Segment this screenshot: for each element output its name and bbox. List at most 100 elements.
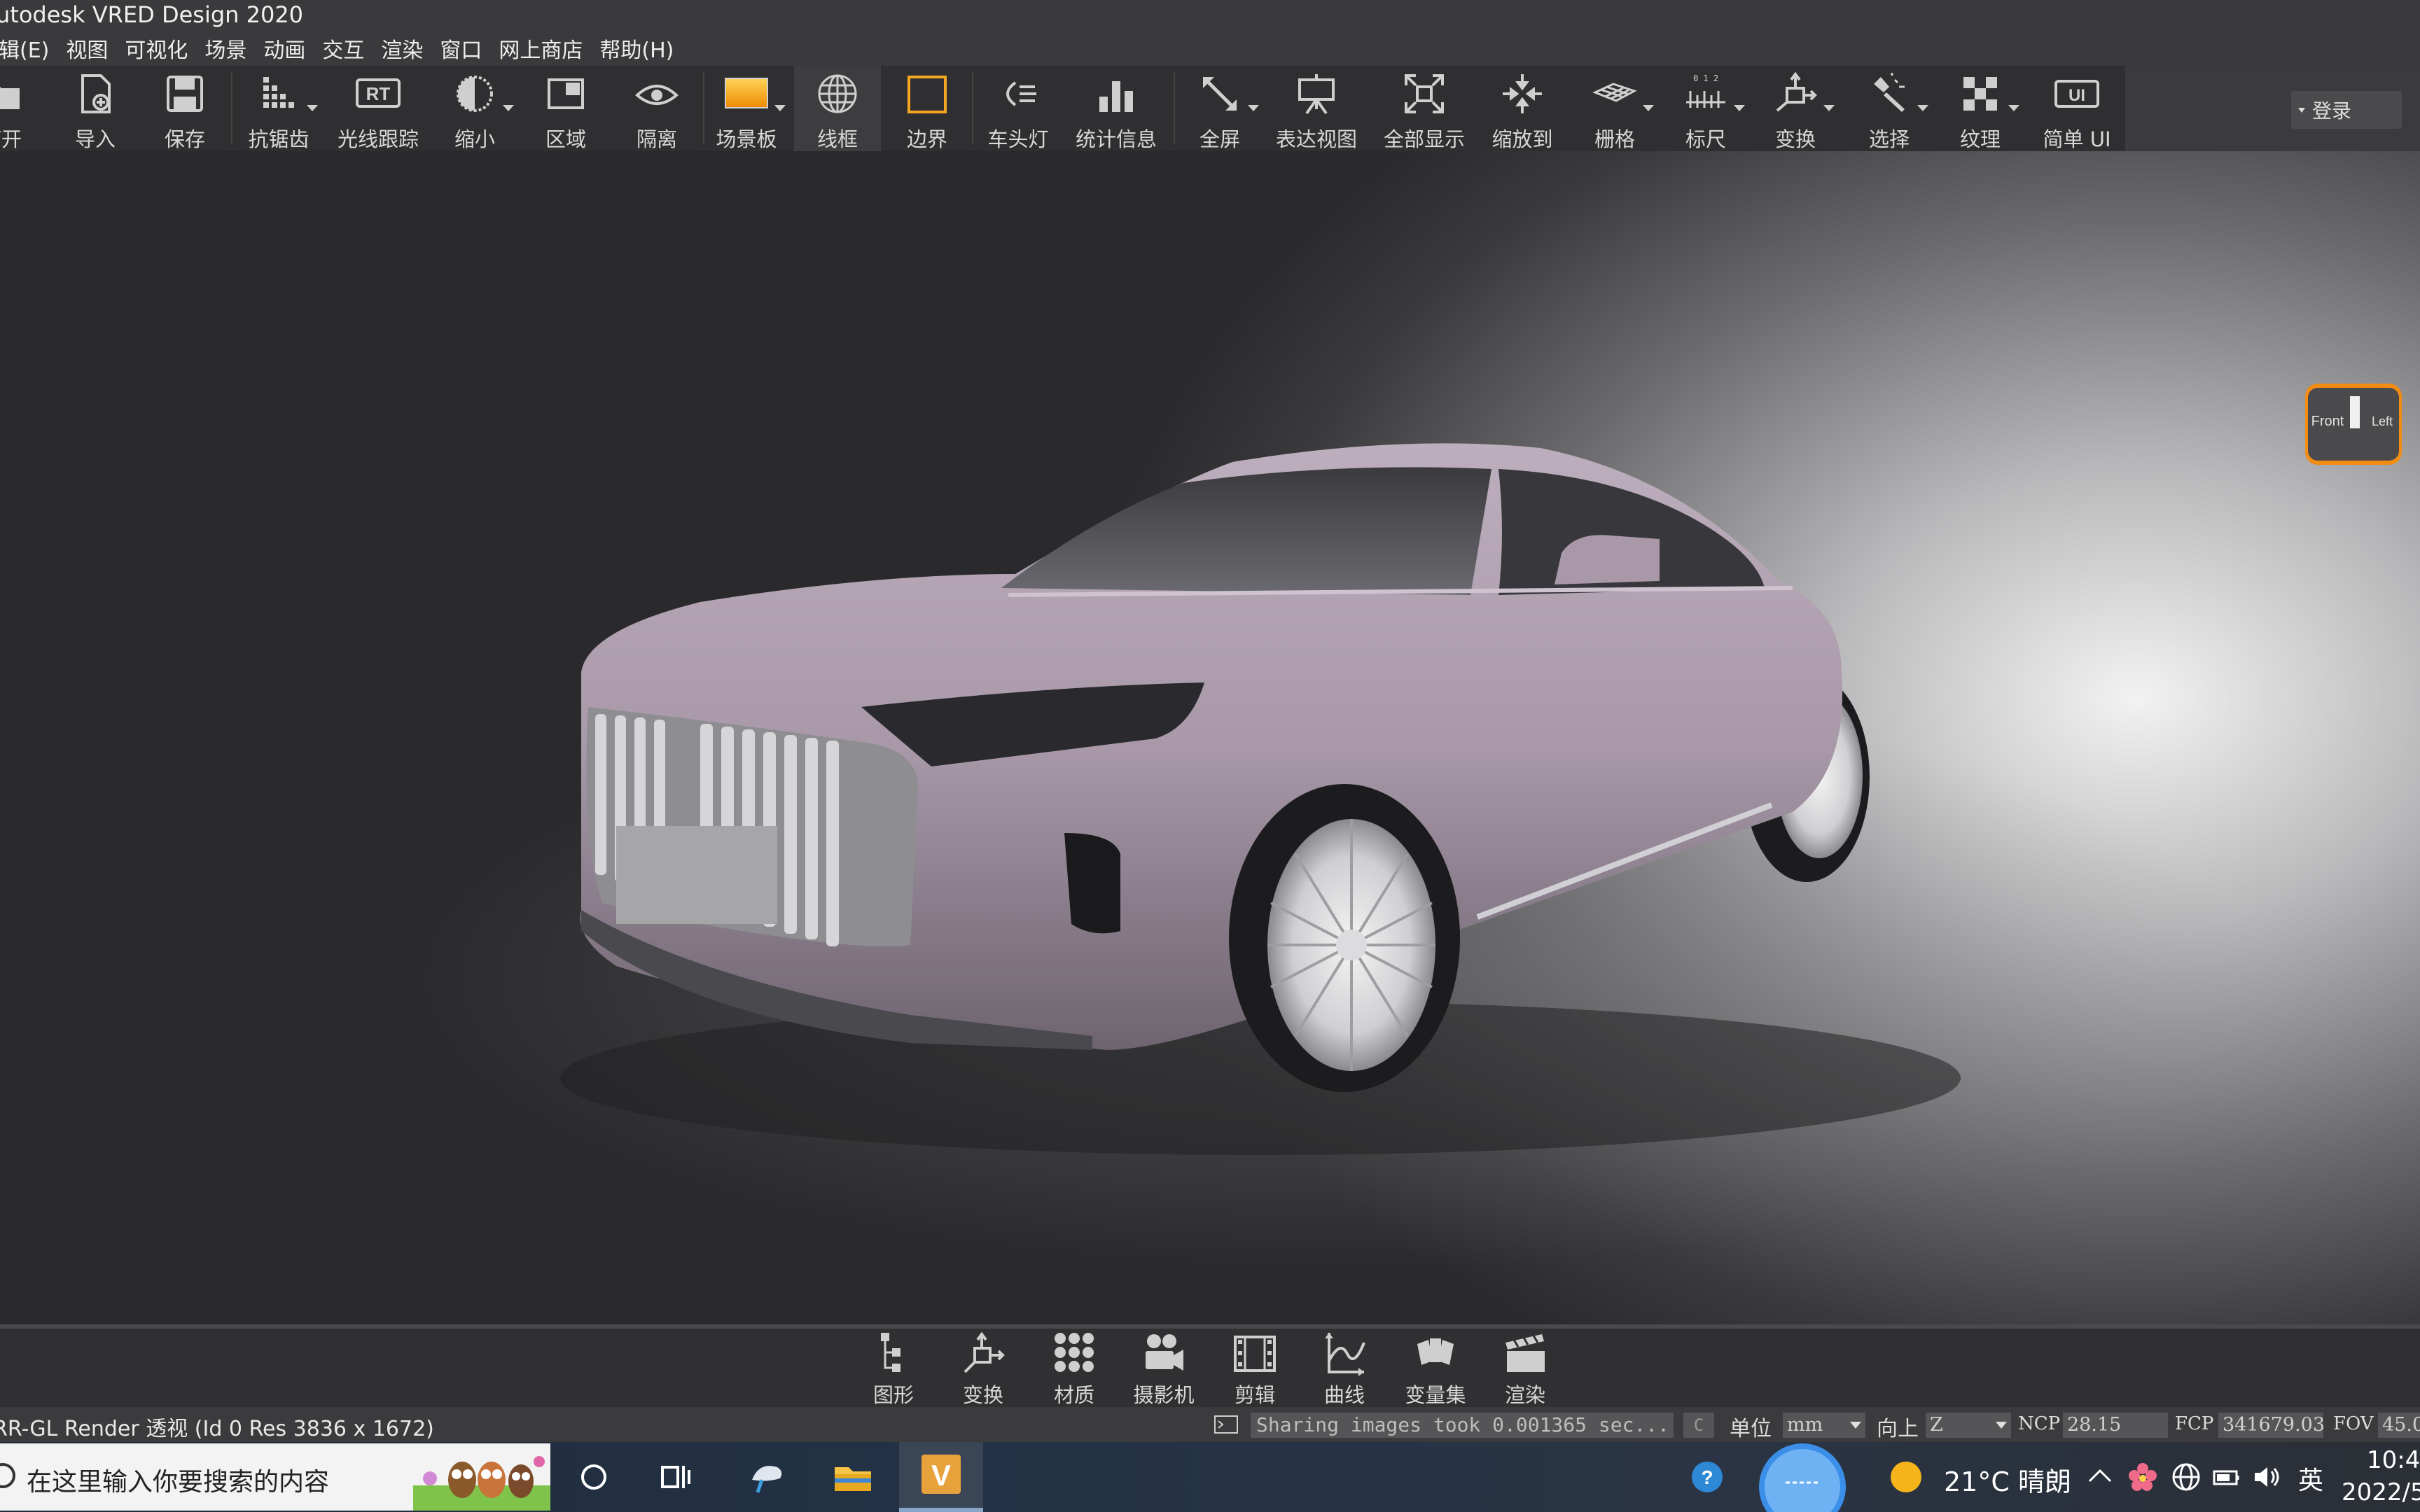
- chevron-down-icon[interactable]: [2008, 105, 2019, 111]
- transform-icon: [1776, 71, 1817, 112]
- clear-log-button[interactable]: C: [1683, 1413, 1714, 1438]
- chevron-down-icon[interactable]: [1734, 105, 1745, 111]
- login-label: 登录: [2312, 99, 2352, 122]
- dock-curve[interactable]: 曲线: [1300, 1329, 1389, 1407]
- svg-text:?: ?: [1701, 1466, 1713, 1488]
- dock-camera-label: 摄影机: [1133, 1383, 1195, 1407]
- flower-tray-icon[interactable]: [2126, 1460, 2160, 1494]
- input-language-indicator[interactable]: 英: [2298, 1460, 2323, 1497]
- unit-select[interactable]: mm: [1783, 1413, 1865, 1438]
- view-navigation-cube[interactable]: Front Left: [2301, 375, 2406, 473]
- dock-clip-label: 剪辑: [1234, 1383, 1275, 1407]
- select-wand-icon: [1874, 73, 1905, 112]
- unit-label: 单位: [1730, 1417, 1772, 1441]
- material-balls-icon: [1055, 1333, 1094, 1372]
- taskbar-search-box[interactable]: 在这里输入你要搜索的内容: [0, 1443, 550, 1511]
- file-explorer-icon[interactable]: [830, 1455, 875, 1499]
- login-button[interactable]: 登录: [2291, 91, 2402, 129]
- clapperboard-icon: [1505, 1334, 1545, 1372]
- fcp-input[interactable]: 341679.03: [2218, 1413, 2323, 1438]
- presentation-view-button[interactable]: 表达视图: [1273, 66, 1360, 151]
- statistics-button[interactable]: 统计信息: [1073, 66, 1160, 151]
- clock-widget-icon[interactable]: [1758, 1442, 1847, 1512]
- menu-view[interactable]: 视图: [57, 33, 116, 64]
- render-info: RR-GL Render 透视 (Id 0 Res 3836 x 1672): [0, 1417, 434, 1441]
- menu-bar: 辑(E) 视图 可视化 场景 动画 交互 渲染 窗口 网上商店 帮助(H): [0, 31, 2420, 66]
- dock-render-label: 渲染: [1504, 1383, 1545, 1407]
- sun-weather-icon: [1891, 1462, 1921, 1492]
- up-axis-select[interactable]: Z: [1926, 1413, 2011, 1438]
- log-message-field[interactable]: Sharing images took 0.001365 sec...: [1251, 1413, 1674, 1438]
- simple-ui-button[interactable]: UI 简单 UI: [2033, 66, 2120, 151]
- battery-icon[interactable]: [2210, 1460, 2244, 1494]
- dock-transform[interactable]: 变换: [938, 1329, 1028, 1407]
- taskbar-vred-app[interactable]: V: [899, 1442, 983, 1512]
- presentation-board-icon: [1298, 74, 1335, 115]
- chevron-down-icon: [1996, 1422, 2007, 1429]
- title-bar: utodesk VRED Design 2020: [0, 0, 2420, 31]
- antialias-grid-icon: [263, 77, 294, 108]
- wireframe-globe-icon: [818, 74, 857, 113]
- vred-app-icon: V: [922, 1455, 961, 1494]
- chevron-up-icon[interactable]: [2084, 1460, 2116, 1492]
- menu-online-store[interactable]: 网上商店: [490, 33, 591, 64]
- menu-visualization[interactable]: 可视化: [116, 33, 196, 64]
- globe-network-icon[interactable]: [2169, 1460, 2203, 1494]
- dock-clip[interactable]: 剪辑: [1210, 1329, 1300, 1407]
- menu-animation[interactable]: 动画: [255, 33, 314, 64]
- module-dock: 图形 变换 材质 摄影机 剪辑 曲线 变量集 渲染: [0, 1329, 2420, 1407]
- dock-material-label: 材质: [1053, 1383, 1094, 1407]
- weather-text[interactable]: 21°C 晴朗: [1944, 1460, 2071, 1499]
- up-axis-label: 向上: [1877, 1417, 1919, 1441]
- zoom-to-icon: [1503, 74, 1542, 113]
- scene-plate-icon: [725, 78, 768, 108]
- dock-render[interactable]: 渲染: [1480, 1329, 1570, 1407]
- fov-label: FOV: [2333, 1413, 2374, 1434]
- terminal-icon[interactable]: [1214, 1415, 1238, 1434]
- menu-help[interactable]: 帮助(H): [591, 33, 682, 64]
- navcube-left-label[interactable]: Left: [2372, 414, 2393, 428]
- unit-value: mm: [1787, 1414, 1823, 1436]
- owls-doodle-icon: [413, 1456, 550, 1511]
- dock-camera[interactable]: 摄影机: [1119, 1329, 1209, 1407]
- chevron-down-icon[interactable]: [1643, 105, 1654, 111]
- folder-icon: [0, 87, 20, 109]
- menu-interaction[interactable]: 交互: [314, 33, 373, 64]
- up-axis-value: Z: [1930, 1414, 1943, 1436]
- search-icon: [0, 1463, 15, 1488]
- chevron-down-icon[interactable]: [1917, 105, 1928, 111]
- navcube-front-label[interactable]: Front: [2311, 414, 2344, 429]
- dock-variant-sets[interactable]: 变量集: [1391, 1329, 1480, 1407]
- cortana-circle-icon[interactable]: [571, 1455, 616, 1499]
- chevron-down-icon[interactable]: [307, 105, 318, 111]
- help-icon[interactable]: ?: [1688, 1457, 1727, 1497]
- dock-material[interactable]: 材质: [1029, 1329, 1119, 1407]
- chevron-down-icon[interactable]: [503, 105, 514, 111]
- import-file-icon: [81, 74, 111, 113]
- taskbar-clock-time[interactable]: 10:48: [2367, 1446, 2420, 1474]
- raytracing-rt-icon: RT: [356, 78, 401, 108]
- menu-window[interactable]: 窗口: [431, 33, 490, 64]
- movie-camera-icon: [1146, 1334, 1183, 1371]
- headlight-icon: [1006, 81, 1036, 106]
- task-view-icon[interactable]: [654, 1455, 699, 1499]
- render-viewport[interactable]: Front Left: [0, 151, 2420, 1327]
- chevron-down-icon[interactable]: [1823, 105, 1835, 111]
- grid-plane-icon: [1592, 83, 1637, 102]
- boundary-square-icon: [908, 76, 947, 113]
- svg-text:0 1 2: 0 1 2: [1693, 74, 1718, 83]
- taskbar-clock-date[interactable]: 2022/5/: [2342, 1478, 2420, 1506]
- scenegraph-tree-icon: [881, 1333, 900, 1372]
- chevron-down-icon[interactable]: [774, 105, 786, 111]
- chevron-down-icon[interactable]: [1248, 105, 1259, 111]
- app-brush-icon[interactable]: [745, 1455, 790, 1499]
- svg-text:V: V: [931, 1459, 951, 1492]
- windows-taskbar: 在这里输入你要搜索的内容 V ? 21°C 晴朗 英 10:48 2022/5/: [0, 1442, 2420, 1512]
- dock-graph[interactable]: 图形: [849, 1329, 938, 1407]
- ncp-input[interactable]: 28.15: [2063, 1413, 2168, 1438]
- volume-icon[interactable]: [2249, 1460, 2283, 1494]
- fov-input[interactable]: 45.0: [2378, 1413, 2420, 1438]
- menu-edit[interactable]: 辑(E): [0, 33, 57, 64]
- menu-scene[interactable]: 场景: [196, 33, 255, 64]
- menu-render[interactable]: 渲染: [373, 33, 431, 64]
